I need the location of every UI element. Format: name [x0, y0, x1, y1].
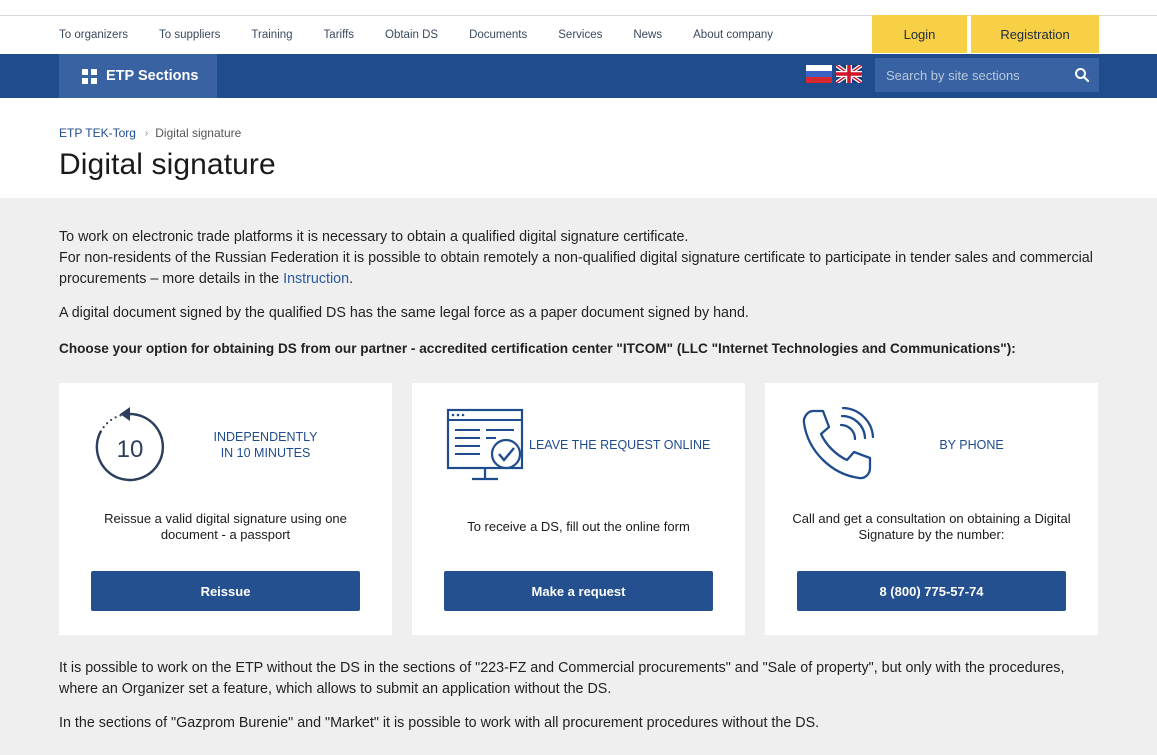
nav-services[interactable]: Services — [558, 29, 602, 41]
search-icon[interactable] — [1074, 67, 1090, 83]
search-input[interactable] — [886, 67, 1066, 83]
nav-tariffs[interactable]: Tariffs — [324, 29, 354, 41]
card-1-title: INDEPENDENTLY IN 10 MINUTES — [199, 429, 332, 461]
russian-flag-icon[interactable] — [806, 65, 832, 83]
instruction-link[interactable]: Instruction — [283, 271, 349, 287]
breadcrumb-home[interactable]: ETP TEK-Torg — [59, 126, 136, 140]
registration-button[interactable]: Registration — [971, 15, 1099, 53]
intro-line-1: To work on electronic trade platforms it… — [59, 229, 689, 245]
card-1-description: Reissue a valid digital signature using … — [104, 511, 347, 542]
option-card-online: LEAVE THE REQUEST ONLINE To receive a DS… — [412, 383, 745, 635]
site-search — [875, 58, 1099, 92]
breadcrumb: ETP TEK-Torg › Digital signature — [59, 126, 241, 140]
intro-paragraph-2: A digital document signed by the qualifi… — [59, 305, 749, 321]
option-card-independently: 10 INDEPENDENTLY IN 10 MINUTES Reissue a… — [59, 383, 392, 635]
card-1-title-line-2: IN 10 MINUTES — [220, 446, 311, 460]
timer-10-icon: 10 — [95, 407, 165, 482]
nav-to-suppliers[interactable]: To suppliers — [159, 29, 220, 41]
make-request-button[interactable]: Make a request — [444, 571, 713, 611]
intro-line-2: For non-residents of the Russian Federat… — [59, 250, 1093, 287]
nav-to-organizers[interactable]: To organizers — [59, 29, 128, 41]
card-2-title: LEAVE THE REQUEST ONLINE — [529, 438, 711, 452]
etp-sections-button[interactable]: ETP Sections — [59, 54, 217, 98]
card-2-description: To receive a DS, fill out the online for… — [467, 519, 690, 534]
outro-paragraph-2: In the sections of "Gazprom Burenie" and… — [59, 715, 820, 731]
timer-value: 10 — [117, 436, 144, 463]
etp-sections-label: ETP Sections — [106, 68, 199, 84]
online-form-icon — [446, 408, 524, 481]
page-title: Digital signature — [59, 148, 276, 181]
intro-paragraph-1: To work on electronic trade platforms it… — [59, 227, 1104, 290]
nav-training[interactable]: Training — [251, 29, 292, 41]
outro-paragraph-1: It is possible to work on the ETP withou… — [59, 660, 1065, 697]
intro-line-end: . — [349, 271, 354, 287]
option-card-phone: BY PHONE Call and get a consultation on … — [765, 383, 1098, 635]
intro-paragraph-3: Choose your option for obtaining DS from… — [59, 341, 1016, 356]
login-button[interactable]: Login — [872, 15, 967, 53]
breadcrumb-current: Digital signature — [155, 126, 242, 140]
phone-number-button[interactable]: 8 (800) 775-57-74 — [797, 571, 1066, 611]
nav-news[interactable]: News — [633, 29, 662, 41]
card-3-title: BY PHONE — [939, 438, 1004, 452]
nav-about-company[interactable]: About company — [693, 29, 773, 41]
grid-icon — [82, 68, 97, 84]
top-nav: To organizers To suppliers Training Tari… — [59, 16, 804, 54]
reissue-button[interactable]: Reissue — [91, 571, 360, 611]
card-1-title-line-1: INDEPENDENTLY — [213, 430, 318, 444]
card-3-description: Call and get a consultation on obtaining… — [792, 511, 1071, 542]
nav-obtain-ds[interactable]: Obtain DS — [385, 29, 438, 41]
breadcrumb-separator: › — [144, 127, 149, 139]
phone-icon — [802, 407, 875, 480]
nav-documents[interactable]: Documents — [469, 29, 527, 41]
uk-flag-icon[interactable] — [836, 65, 862, 83]
